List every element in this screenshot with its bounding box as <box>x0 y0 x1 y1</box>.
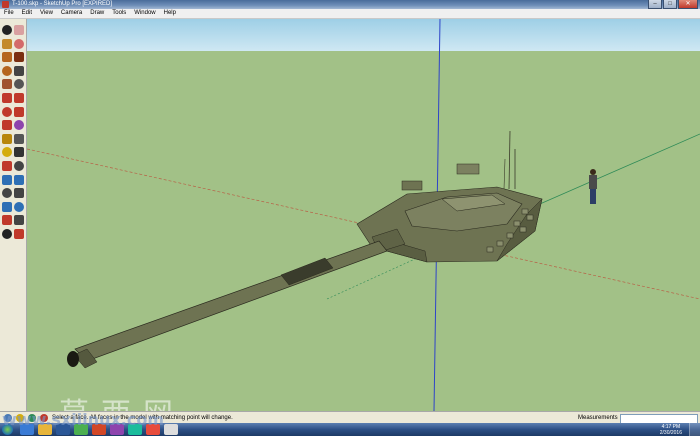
scale-tool-icon <box>2 120 12 131</box>
text-tool-button[interactable] <box>14 147 24 158</box>
eraser-tool-button[interactable] <box>14 25 24 35</box>
menu-view[interactable]: View <box>36 9 57 18</box>
clock-date: 2/30/2016 <box>659 430 682 436</box>
3d-text-tool-icon <box>14 161 24 171</box>
select-tool-button[interactable] <box>2 25 12 35</box>
3d-text-tool-button[interactable] <box>14 161 24 171</box>
menu-tools[interactable]: Tools <box>108 9 130 18</box>
protractor-tool-icon <box>2 147 12 158</box>
freehand-tool-icon <box>14 79 24 90</box>
arc-tool-button[interactable] <box>14 65 24 76</box>
menu-bar: File Edit View Camera Draw Tools Window … <box>0 9 700 19</box>
menu-draw[interactable]: Draw <box>86 9 108 18</box>
scale-figure <box>589 169 597 204</box>
push-pull-tool-button[interactable] <box>14 93 24 103</box>
select-tool-icon <box>2 25 12 35</box>
search-taskbar-icon[interactable] <box>164 424 178 435</box>
scale-tool-button[interactable] <box>2 120 12 131</box>
previous-view-button[interactable] <box>14 201 24 212</box>
polygon-tool-icon <box>2 79 12 90</box>
orbit-tool-button[interactable] <box>2 174 12 185</box>
push-pull-tool-icon <box>14 93 24 103</box>
walk-tool-button[interactable] <box>2 229 12 239</box>
tape-measure-icon <box>2 133 12 144</box>
watermark-url: www.sxiiinux.com <box>2 410 165 429</box>
model-viewport[interactable]: 莫西网 <box>27 19 700 411</box>
tank-model <box>67 130 543 369</box>
dimension-tool-button[interactable] <box>14 133 24 144</box>
paint-bucket-icon <box>2 38 12 49</box>
eraser-icon <box>14 38 24 49</box>
protractor-tool-button[interactable] <box>2 147 12 158</box>
zoom-extents-button[interactable] <box>2 201 12 212</box>
system-clock[interactable]: 4:17 PM 2/30/2016 <box>660 423 682 436</box>
tank-muzzle <box>67 351 79 367</box>
tape-measure-button[interactable] <box>2 133 12 144</box>
text-tool-icon <box>14 147 24 158</box>
tank-antenna-3 <box>503 158 506 190</box>
look-around-button[interactable] <box>14 215 24 226</box>
follow-me-tool-button[interactable] <box>14 106 24 117</box>
watermark-text: 莫西网 <box>59 389 185 411</box>
rectangle-tool-button[interactable] <box>2 52 12 63</box>
window-title: T-100.skp - SketchUp Pro [EXPIRED] <box>12 1 113 7</box>
paint-bucket-button[interactable] <box>2 38 12 49</box>
section-plane-button[interactable] <box>14 229 24 239</box>
tank-gun-barrel <box>74 240 388 362</box>
circle-tool-icon <box>2 65 12 76</box>
offset-tool-icon <box>14 120 24 131</box>
menu-edit[interactable]: Edit <box>18 9 36 18</box>
axes-tool-button[interactable] <box>2 161 12 171</box>
tank-sight-box <box>401 180 423 191</box>
close-button[interactable]: ✕ <box>678 0 698 9</box>
move-tool-icon <box>2 93 12 103</box>
zoom-window-button[interactable] <box>14 188 24 199</box>
orbit-tool-icon <box>2 174 12 185</box>
window-controls: – □ ✕ <box>648 0 698 9</box>
move-tool-button[interactable] <box>2 93 12 103</box>
show-desktop-button[interactable] <box>689 423 700 436</box>
tool-palette <box>0 19 27 411</box>
sketchup-app-icon <box>2 1 9 8</box>
rectangle-tool-icon <box>2 52 12 63</box>
rotate-tool-button[interactable] <box>2 106 12 117</box>
title-bar: T-100.skp - SketchUp Pro [EXPIRED] – □ ✕ <box>0 0 700 9</box>
menu-file[interactable]: File <box>0 9 18 18</box>
dimension-tool-icon <box>14 133 24 144</box>
position-camera-button[interactable] <box>2 215 12 226</box>
follow-me-tool-icon <box>14 106 24 117</box>
menu-help[interactable]: Help <box>160 9 180 18</box>
walk-tool-icon <box>2 229 12 239</box>
eraser-button[interactable] <box>14 38 24 49</box>
line-tool-icon <box>14 52 24 63</box>
arc-tool-icon <box>14 65 24 76</box>
zoom-tool-button[interactable] <box>2 188 12 199</box>
offset-tool-button[interactable] <box>14 120 24 131</box>
freehand-tool-button[interactable] <box>14 79 24 90</box>
pan-tool-icon <box>14 174 24 185</box>
circle-tool-button[interactable] <box>2 65 12 76</box>
zoom-extents-icon <box>2 201 12 212</box>
maximize-button[interactable]: □ <box>663 0 677 9</box>
minimize-button[interactable]: – <box>648 0 662 9</box>
zoom-tool-icon <box>2 188 12 199</box>
rotate-tool-icon <box>2 106 12 117</box>
polygon-tool-button[interactable] <box>2 79 12 90</box>
eraser-tool-icon <box>14 25 24 35</box>
position-camera-icon <box>2 215 12 226</box>
zoom-window-icon <box>14 188 24 199</box>
tank-antenna-1 <box>508 130 511 190</box>
pan-tool-button[interactable] <box>14 174 24 185</box>
line-tool-button[interactable] <box>14 52 24 63</box>
scene-canvas[interactable] <box>27 19 700 411</box>
section-plane-icon <box>14 229 24 239</box>
look-around-icon <box>14 215 24 226</box>
tank-commander-hatch <box>456 163 480 175</box>
menu-camera[interactable]: Camera <box>57 9 86 18</box>
previous-view-icon <box>14 201 24 212</box>
axes-tool-icon <box>2 161 12 171</box>
menu-window[interactable]: Window <box>130 9 159 18</box>
